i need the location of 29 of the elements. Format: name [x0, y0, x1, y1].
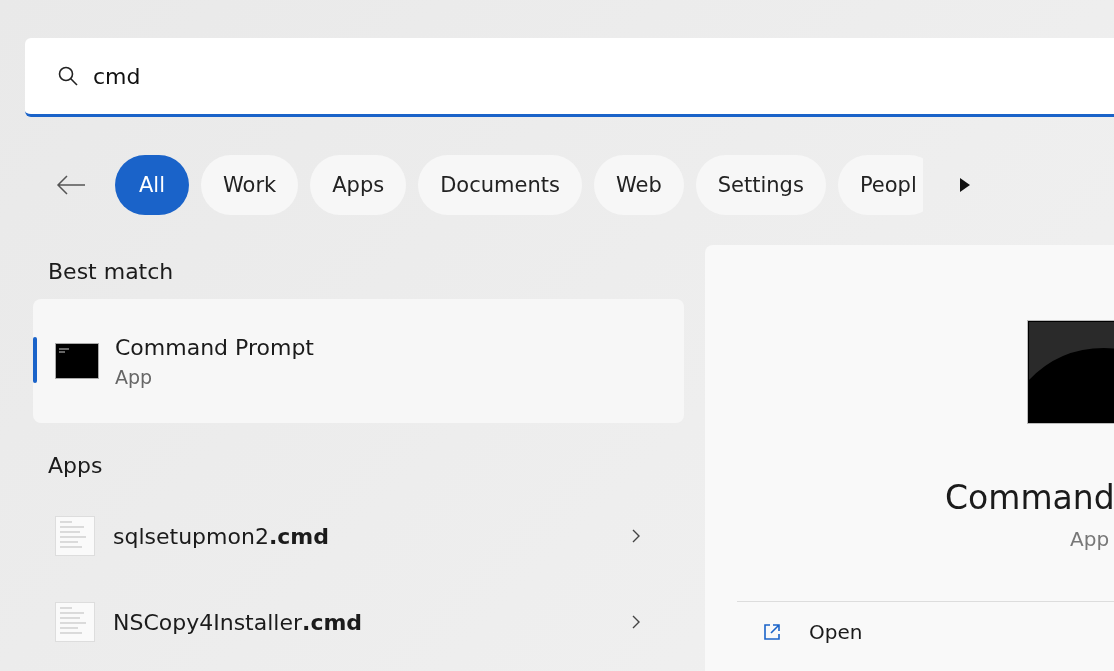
filter-tab[interactable]: All	[115, 155, 190, 215]
search-field[interactable]: cmd	[91, 62, 495, 90]
section-heading: Best match	[47, 258, 175, 286]
section-heading: Apps	[47, 452, 104, 480]
app-type: App	[1070, 527, 1111, 551]
filter-tab[interactable]: Work	[201, 155, 299, 215]
app-result-item[interactable]: NSCopy4Installer.cmd	[33, 579, 684, 665]
filter-tab[interactable]: Documents	[418, 155, 582, 215]
filter-tab[interactable]: Web	[593, 155, 684, 215]
app-result-item[interactable]: sqlsetupmon2.cmd	[33, 493, 684, 579]
back-arrow-icon[interactable]	[55, 174, 87, 196]
filter-tab[interactable]: Apps	[310, 155, 407, 215]
best-match-item[interactable]: Command Prompt App	[33, 299, 684, 423]
play-triangle-icon[interactable]	[959, 177, 971, 193]
terminal-icon	[1027, 320, 1114, 424]
chevron-right-icon	[632, 615, 640, 629]
app-type: App	[115, 365, 154, 388]
open-external-icon	[763, 623, 781, 641]
document-icon	[55, 602, 95, 642]
app-title: Command	[945, 478, 1114, 517]
app-title: Command Prompt	[115, 334, 314, 360]
filter-tab[interactable]: Peopl	[837, 155, 923, 215]
terminal-icon	[55, 343, 99, 379]
filter-tab[interactable]: Settings	[695, 155, 826, 215]
search-icon	[57, 65, 79, 87]
selection-indicator	[33, 337, 37, 383]
chevron-right-icon	[632, 529, 640, 543]
open-action[interactable]: Open	[737, 602, 1114, 644]
document-icon	[55, 516, 95, 556]
